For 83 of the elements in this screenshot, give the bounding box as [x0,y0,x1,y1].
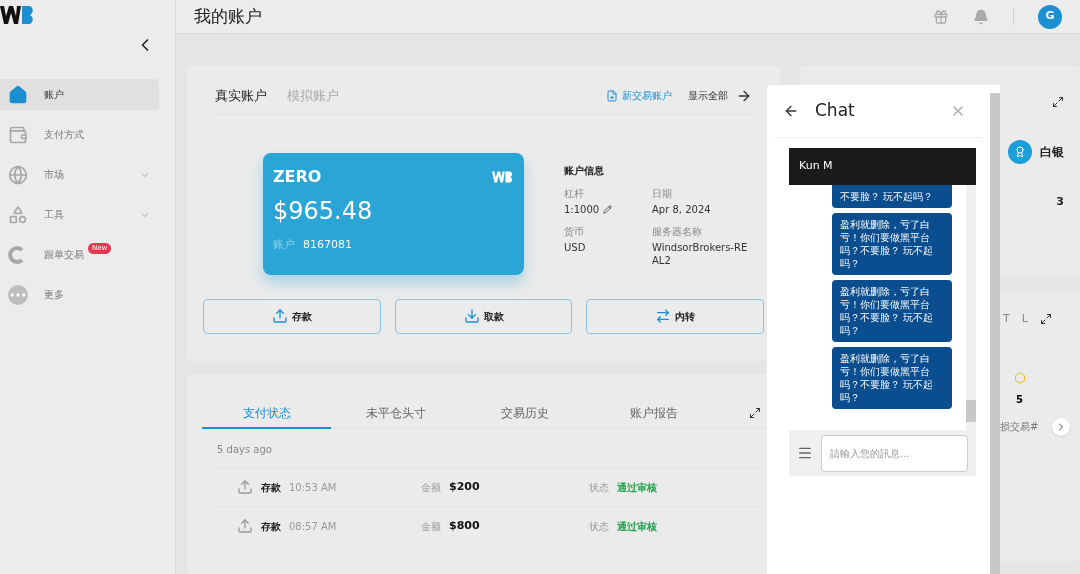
back-icon[interactable] [783,103,799,119]
upload-icon [271,308,288,324]
sidebar-item[interactable]: 账户 [0,79,159,110]
stats-tab[interactable]: T [1003,311,1010,328]
upload-icon [237,479,253,495]
edit-icon[interactable] [603,204,613,214]
action-button[interactable]: 内转 [586,298,764,334]
message-bubble: 不要脸？ 玩不起吗？ [832,185,952,208]
amount-label: 金额 [421,519,441,534]
info-label: 货币 [564,224,585,239]
page-title: 我的账户 [194,4,262,28]
gift-icon[interactable] [933,8,949,25]
stat-value: 5 [1016,392,1023,407]
account-label: 账户 [273,236,295,253]
stats-tab[interactable]: L [1021,311,1028,328]
payment-tab[interactable]: 未平仓头寸 [331,398,460,429]
payment-status: 通过审核 [617,480,657,495]
sidebar-item[interactable]: 市场 [0,159,159,190]
info-label: 日期 [652,186,673,201]
info-value: 1:1000 [564,202,600,216]
payment-amount: $200 [449,478,481,495]
action-button[interactable]: 存款 [203,298,381,334]
payment-tab[interactable]: 交易历史 [460,398,589,429]
card-brand: ZERO [273,165,322,188]
globe-icon [8,164,28,185]
expand-icon[interactable] [749,407,761,419]
show-all-link[interactable]: 显示全部 [688,87,752,104]
message-bubble: 盈利就删除，亏了白亏！你们要做黑平台吗？不要脸？ 玩不起吗？ [832,347,952,409]
scrollbar[interactable] [990,93,1000,574]
new-account-link[interactable]: 新交易账户 [606,88,672,104]
status-label: 状态 [589,519,609,534]
info-value: Apr 8, 2024 [652,202,711,216]
sidebar-item[interactable]: 工具 [0,199,159,230]
next-button[interactable] [1052,417,1070,436]
menu-icon[interactable] [797,445,813,461]
level-name: 白银 [1040,144,1064,161]
info-value: USD [564,240,586,254]
chat-title: Chat [815,99,855,123]
expand-icon[interactable] [1039,313,1052,326]
transfer-icon [655,308,672,324]
logo-icon [0,4,36,26]
message-bubble: 盈利就删除，亏了白亏！你们要做黑平台吗？不要脸？ 玩不起吗？ [832,213,952,275]
payment-type: 存款 [261,480,281,495]
stat-label: 损交易# [1000,419,1039,434]
bell-icon[interactable] [973,8,989,25]
info-value: WindsorBrokers-REAL2 [652,240,748,267]
message-bubble: 盈利就删除，亏了白亏！你们要做黑平台吗？不要脸？ 玩不起吗？ [832,280,952,342]
payment-status: 通过审核 [617,519,657,534]
account-number: 8167081 [303,236,352,253]
sidebar-item[interactable]: 支付方式 [0,119,159,150]
action-button[interactable]: 取款 [394,298,573,334]
date-group-label: 5 days ago [217,443,273,457]
hexagon-icon [1014,371,1026,384]
info-label: 服务器名称 [652,224,703,239]
info-label: 杠杆 [564,186,585,201]
level-badge-icon [1008,140,1032,164]
shapes-icon [8,204,28,225]
upload-icon [237,518,253,534]
count-value: 3 [1056,194,1064,210]
expand-icon[interactable] [1052,96,1064,108]
message-input[interactable]: 請輸入您的訊息... [821,434,968,472]
avatar[interactable]: G [1038,4,1062,29]
sidebar-item[interactable]: 更多 [0,279,159,310]
home-icon [8,84,28,105]
payment-tab[interactable]: 账户报告 [589,398,718,429]
file-plus-icon [606,89,618,102]
amount-label: 金额 [421,480,441,495]
download-icon [463,308,480,324]
status-label: 状态 [589,480,609,495]
more-icon [8,284,28,305]
payment-time: 08:57 AM [289,519,338,534]
scrollbar[interactable] [966,185,976,430]
payment-tab[interactable]: 支付状态 [202,398,331,429]
contact-bar: Kun M [789,148,976,185]
wallet-icon [8,124,28,145]
payment-type: 存款 [261,519,281,534]
info-title: 账户信息 [564,163,605,178]
card-balance: $965.48 [273,195,374,227]
scrollbar-thumb[interactable] [966,400,976,422]
logo-icon [492,169,514,184]
payment-time: 10:53 AM [289,480,338,495]
payment-amount: $800 [449,517,481,534]
account-tab[interactable]: 真实账户 [215,86,267,106]
